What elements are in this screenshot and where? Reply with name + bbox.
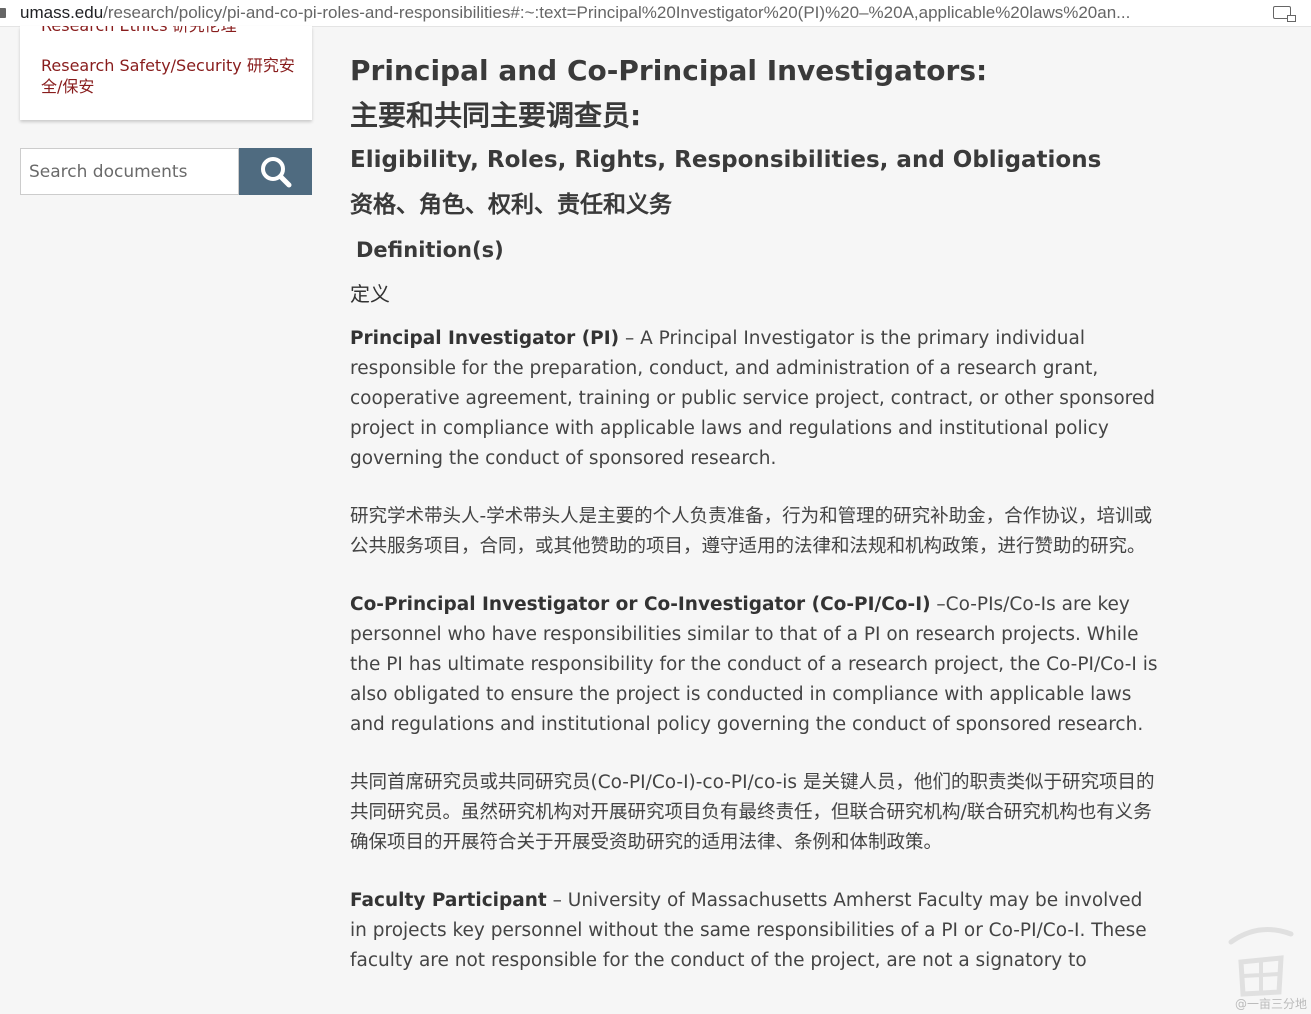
definitions-heading-zh: 定义 <box>350 282 390 306</box>
page-subtitle-zh: 资格、角色、权利、责任和义务 <box>350 192 672 218</box>
pi-definition-zh: 研究学术带头人-学术带头人是主要的个人负责准备，行为和管理的研究补助金，合作协议… <box>350 506 1153 557</box>
sidebar-item-research-safety[interactable]: Research Safety/Security 研究安全/保安 <box>41 55 301 97</box>
main-content: Principal and Co-Principal Investigators… <box>350 48 1160 1004</box>
lock-icon <box>0 8 6 18</box>
copi-definition: Co-Principal Investigator or Co-Investig… <box>350 590 1160 740</box>
pi-text: – A Principal Investigator is the primar… <box>350 328 1155 469</box>
search-input[interactable] <box>20 148 239 195</box>
sidebar-item-research-ethics[interactable]: Research Ethics 研究伦理 <box>41 26 237 36</box>
definitions-heading: Definition(s) <box>356 238 504 262</box>
search-button[interactable] <box>239 148 312 195</box>
address-bar[interactable]: umass.edu /research/policy/pi-and-co-pi-… <box>0 0 1311 27</box>
pi-term: Principal Investigator (PI) <box>350 328 620 349</box>
url-host: umass.edu <box>20 3 104 22</box>
sidebar-menu: Research Ethics 研究伦理 Research Safety/Sec… <box>20 26 312 120</box>
watermark-text: @一亩三分地 <box>1234 997 1307 1011</box>
copi-term: Co-Principal Investigator or Co-Investig… <box>350 594 931 615</box>
copi-definition-zh: 共同首席研究员或共同研究员(Co-PI/Co-I)-co-PI/co-is 是关… <box>350 772 1155 853</box>
pi-definition: Principal Investigator (PI) – A Principa… <box>350 324 1160 474</box>
page-subtitle: Eligibility, Roles, Rights, Responsibili… <box>350 147 1102 173</box>
reader-mode-icon[interactable] <box>1273 6 1296 22</box>
search-icon <box>260 156 291 187</box>
page-title-zh: 主要和共同主要调查员: <box>350 99 642 132</box>
url-path: /research/policy/pi-and-co-pi-roles-and-… <box>103 3 1131 22</box>
copi-text: –Co-PIs/Co-Is are key personnel who have… <box>350 594 1158 735</box>
faculty-term: Faculty Participant <box>350 890 547 911</box>
search-form <box>20 148 312 195</box>
page-title: Principal and Co-Principal Investigators… <box>350 54 988 87</box>
faculty-definition: Faculty Participant – University of Mass… <box>350 886 1160 976</box>
